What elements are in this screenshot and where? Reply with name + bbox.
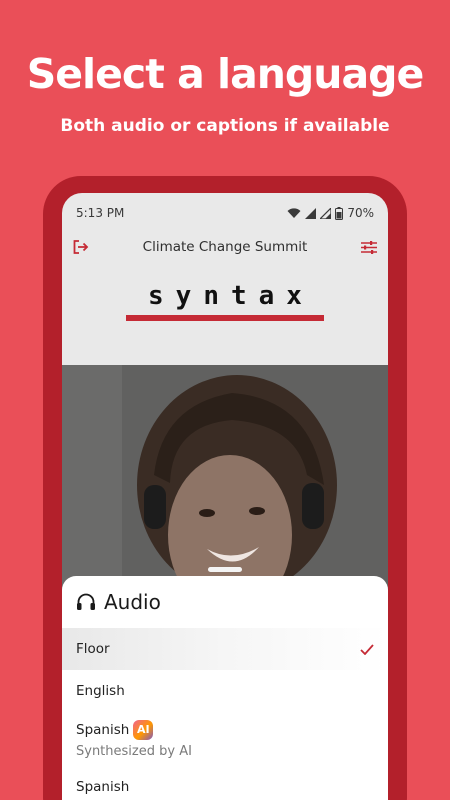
battery-percent: 70% — [347, 206, 374, 220]
language-label: Spanish AI — [76, 719, 154, 740]
status-bar: 5:13 PM 70% — [62, 193, 388, 233]
language-label: Floor — [76, 641, 110, 657]
headphones-icon — [77, 593, 95, 610]
exit-icon — [73, 240, 89, 254]
wifi-icon — [287, 207, 301, 218]
status-icons: 70% — [287, 206, 374, 220]
language-item-english[interactable]: English — [62, 670, 388, 712]
logo-underline — [126, 315, 324, 321]
ai-badge: AI — [133, 719, 154, 740]
battery-icon — [335, 206, 344, 220]
language-label: Spanish — [76, 779, 130, 795]
exit-button[interactable] — [72, 238, 90, 256]
language-item-spanish[interactable]: Spanish — [62, 772, 388, 800]
language-sublabel: Synthesized by AI — [76, 743, 192, 759]
phone-screen: 5:13 PM 70% Climate Change Summit syntax… — [62, 193, 388, 800]
app-title: Climate Change Summit — [142, 239, 308, 255]
language-label: English — [76, 683, 125, 699]
signal-icon — [305, 207, 317, 219]
logo-text: syntax — [148, 281, 314, 311]
language-label-text: Spanish — [76, 721, 130, 738]
status-time: 5:13 PM — [76, 206, 125, 220]
event-logo: syntax — [62, 281, 388, 341]
app-bar: Climate Change Summit — [62, 233, 388, 261]
audio-sheet: Audio Floor English Spanish AI Synthesiz… — [62, 567, 388, 800]
language-item-floor[interactable]: Floor — [62, 628, 388, 670]
promo-headline: Select a language — [26, 50, 425, 98]
sheet-title: Audio — [104, 590, 161, 614]
sheet-header: Audio — [76, 590, 161, 614]
sheet-grabber[interactable] — [208, 567, 242, 572]
video-feed[interactable] — [62, 365, 388, 595]
promo-subhead: Both audio or captions if available — [60, 116, 390, 136]
speaker-video-image — [62, 365, 388, 595]
checkmark-icon — [360, 643, 374, 655]
language-item-spanish-ai[interactable]: Spanish AI Synthesized by AI — [62, 714, 388, 764]
settings-sliders-icon — [360, 240, 377, 254]
signal-icon — [320, 207, 332, 219]
settings-button[interactable] — [360, 238, 378, 256]
